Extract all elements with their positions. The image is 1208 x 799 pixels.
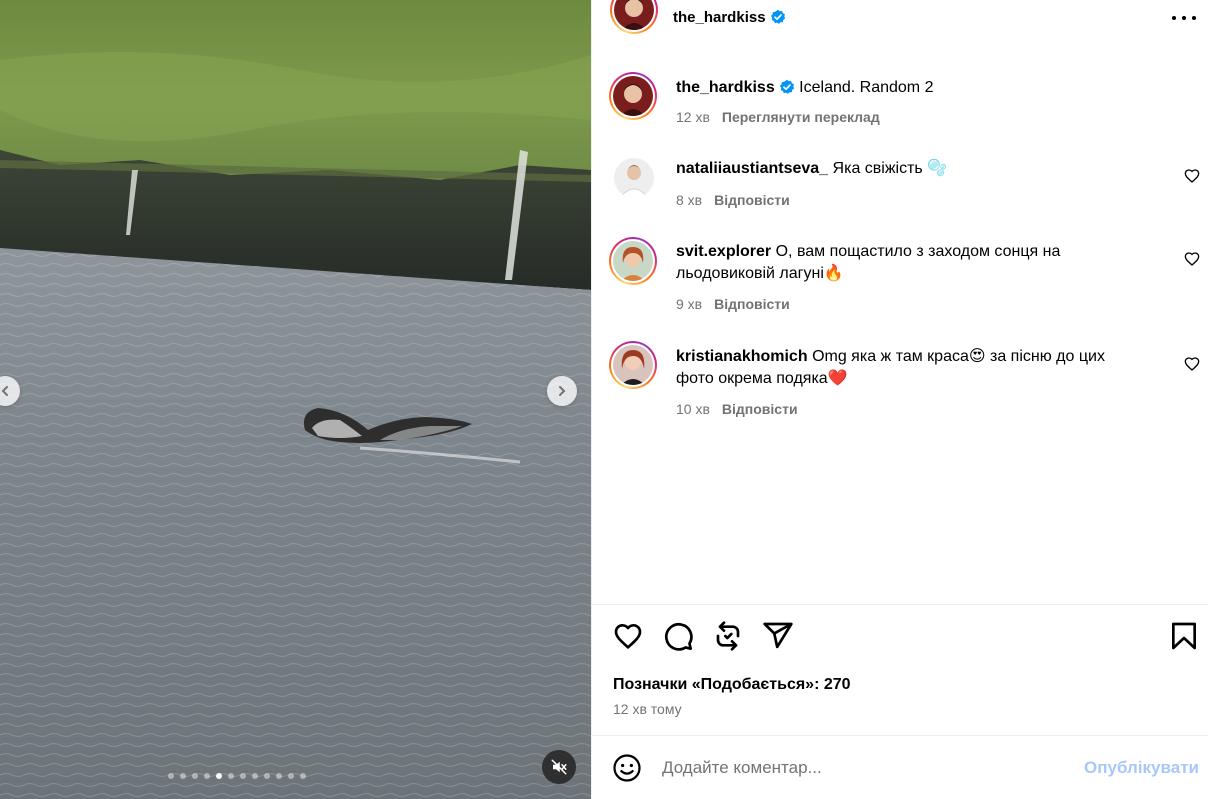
post-details-panel: the_hardkiss the_hardkiss Iceland. Rando… xyxy=(591,0,1208,799)
comment-icon[interactable] xyxy=(662,620,694,652)
commenter-avatar[interactable] xyxy=(613,157,655,199)
carousel-dot xyxy=(300,773,306,779)
publish-button[interactable]: Опублікувати xyxy=(1084,758,1199,778)
comment-meta: 9 хв Відповісти xyxy=(676,296,790,312)
comment-username[interactable]: kristianakhomich xyxy=(676,348,808,365)
post-media[interactable] xyxy=(0,0,591,799)
comment-item: nataliiaustiantseva_ Яка свіжість 🫧 8 хв… xyxy=(592,157,1208,217)
carousel-dot xyxy=(204,773,210,779)
carousel-dot xyxy=(288,773,294,779)
comment-item: kristianakhomich Omg яка ж там краса😍 за… xyxy=(592,341,1208,423)
comment-like-heart-icon[interactable] xyxy=(1184,356,1200,372)
action-bar xyxy=(592,620,1208,656)
chevron-right-icon xyxy=(559,386,566,396)
carousel-dot xyxy=(180,773,186,779)
comment-time[interactable]: 8 хв xyxy=(676,192,702,208)
post-header: the_hardkiss xyxy=(592,0,1208,42)
avatar-image xyxy=(613,345,653,385)
avatar-image xyxy=(613,241,653,281)
comment-username[interactable]: nataliiaustiantseva_ xyxy=(676,160,828,177)
speaker-muted-icon xyxy=(551,759,567,775)
comment-username[interactable]: svit.explorer xyxy=(676,243,771,260)
reply-button[interactable]: Відповісти xyxy=(722,401,798,417)
carousel-dot xyxy=(252,773,258,779)
caption-meta: 12 хв Переглянути переклад xyxy=(676,109,880,125)
heart-icon[interactable] xyxy=(612,620,644,652)
comment-like-heart-icon[interactable] xyxy=(1184,168,1200,184)
comment-meta: 10 хв Відповісти xyxy=(676,401,798,417)
comment-text: Яка свіжість 🫧 xyxy=(832,160,948,177)
carousel-dot xyxy=(192,773,198,779)
caption-avatar[interactable] xyxy=(609,72,657,120)
verified-badge-icon xyxy=(770,9,785,24)
chevron-left-icon xyxy=(1,386,8,396)
carousel-indicator xyxy=(168,773,306,779)
carousel-dot xyxy=(264,773,270,779)
media-photo xyxy=(0,0,591,799)
commenter-avatar[interactable] xyxy=(609,341,657,389)
reply-button[interactable]: Відповісти xyxy=(714,192,790,208)
carousel-dot xyxy=(216,773,222,779)
bookmark-icon[interactable] xyxy=(1168,620,1200,652)
carousel-dot xyxy=(276,773,282,779)
caption-username[interactable]: the_hardkiss xyxy=(676,79,775,96)
comment-time[interactable]: 9 хв xyxy=(676,296,702,312)
likes-count[interactable]: Позначки «Подобається»: 270 xyxy=(613,676,851,694)
see-translation-link[interactable]: Переглянути переклад xyxy=(722,109,880,125)
reply-button[interactable]: Відповісти xyxy=(714,296,790,312)
comment-text-line: nataliiaustiantseva_ Яка свіжість 🫧 xyxy=(676,158,1146,180)
add-comment-bar: Опублікувати xyxy=(592,736,1208,799)
comment-text-line: svit.explorer О, вам пощастило з заходом… xyxy=(676,241,1146,285)
comment-text-line: kristianakhomich Omg яка ж там краса😍 за… xyxy=(676,346,1146,390)
carousel-dot xyxy=(228,773,234,779)
commenter-avatar[interactable] xyxy=(609,237,657,285)
post-time[interactable]: 12 хв тому xyxy=(613,701,682,717)
caption-text-line: the_hardkiss Iceland. Random 2 xyxy=(676,77,1146,99)
comment-like-heart-icon[interactable] xyxy=(1184,251,1200,267)
avatar-image xyxy=(614,0,654,30)
caption-text: Iceland. Random 2 xyxy=(799,79,934,96)
mute-button[interactable] xyxy=(542,750,576,784)
smiley-icon[interactable] xyxy=(612,753,642,783)
caption-time[interactable]: 12 хв xyxy=(676,109,710,125)
send-icon[interactable] xyxy=(762,620,794,652)
comment-input[interactable] xyxy=(662,754,1062,782)
author-avatar[interactable] xyxy=(610,0,658,34)
repost-icon[interactable] xyxy=(712,620,744,652)
comment-meta: 8 хв Відповісти xyxy=(676,192,790,208)
more-options-button[interactable] xyxy=(1172,8,1196,28)
carousel-dot xyxy=(240,773,246,779)
carousel-dot xyxy=(168,773,174,779)
post-caption: the_hardkiss Iceland. Random 2 12 хв Пер… xyxy=(592,72,1208,137)
more-horizontal-icon xyxy=(1172,16,1176,20)
verified-badge-icon xyxy=(779,79,794,94)
next-slide-button[interactable] xyxy=(547,376,577,406)
author-username-text[interactable]: the_hardkiss xyxy=(673,9,766,26)
divider xyxy=(592,604,1208,605)
avatar-image xyxy=(613,76,653,116)
comment-time[interactable]: 10 хв xyxy=(676,401,710,417)
author-username[interactable]: the_hardkiss xyxy=(673,9,786,26)
comment-item: svit.explorer О, вам пощастило з заходом… xyxy=(592,237,1208,318)
